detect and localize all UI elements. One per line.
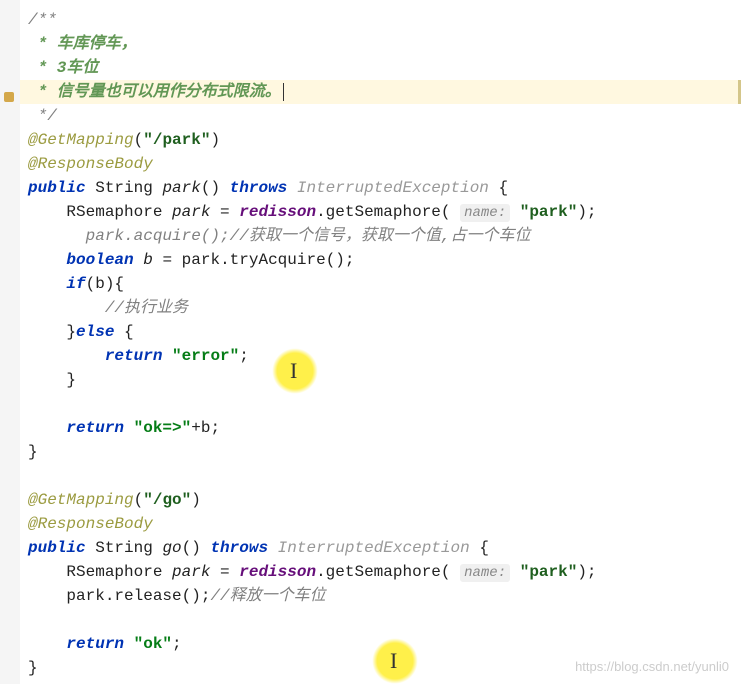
var-park2: park: [172, 563, 210, 581]
type-string2: String: [95, 539, 153, 557]
gutter-edit-marker: [4, 92, 14, 102]
call-getsemaphore: getSemaphore: [326, 203, 441, 221]
code-editor[interactable]: /** * 车库停车， * 3车位 * 信号量也可以用作分布式限流。 */ @G…: [0, 0, 741, 688]
javadoc-line1: * 车库停车，: [28, 35, 137, 53]
type-interruptedexception: InterruptedException: [297, 179, 489, 197]
var-park: park: [172, 203, 210, 221]
type-rsemaphore: RSemaphore: [66, 203, 162, 221]
keyword-public2: public: [28, 539, 86, 557]
javadoc-line3: * 信号量也可以用作分布式限流。: [28, 83, 281, 101]
keyword-throws: throws: [230, 179, 288, 197]
keyword-return2: return: [66, 419, 124, 437]
string-ok-arrow: "ok=>": [134, 419, 192, 437]
string-go-path: "/go": [143, 491, 191, 509]
annotation-responsebody2: @ResponseBody: [28, 515, 153, 533]
keyword-return3: return: [66, 635, 124, 653]
keyword-public: public: [28, 179, 86, 197]
keyword-boolean: boolean: [66, 251, 133, 269]
type-string: String: [95, 179, 153, 197]
call-release: release: [114, 587, 181, 605]
type-interruptedexception2: InterruptedException: [278, 539, 470, 557]
param-hint-name: name:: [460, 204, 510, 222]
edited-line-highlight: * 信号量也可以用作分布式限流。: [0, 80, 741, 104]
annotation-responsebody: @ResponseBody: [28, 155, 153, 173]
text-cursor-icon: [283, 83, 284, 101]
keyword-if: if: [66, 275, 85, 293]
call-getsemaphore2: getSemaphore: [326, 563, 441, 581]
call-tryacquire: tryAcquire: [230, 251, 326, 269]
watermark-text: https://blog.csdn.net/yunli0: [575, 657, 729, 677]
field-redisson: redisson: [239, 203, 316, 221]
editor-gutter: [0, 0, 20, 684]
commented-acquire-call: park.acquire();: [86, 227, 230, 245]
string-park2: "park": [520, 563, 578, 581]
keyword-return1: return: [105, 347, 163, 365]
string-ok: "ok": [134, 635, 172, 653]
javadoc-open: /**: [28, 11, 57, 29]
comment-acquire: //获取一个信号，获取一个值,占一个车位: [230, 227, 531, 245]
method-go: go: [162, 539, 181, 557]
field-redisson2: redisson: [239, 563, 316, 581]
method-park: park: [162, 179, 200, 197]
annotation-getmapping: @GetMapping: [28, 131, 134, 149]
string-park-path: "/park": [143, 131, 210, 149]
keyword-throws2: throws: [210, 539, 268, 557]
javadoc-line2: * 3车位: [28, 59, 98, 77]
var-b: b: [143, 251, 153, 269]
annotation-getmapping2: @GetMapping: [28, 491, 134, 509]
string-error: "error": [172, 347, 239, 365]
type-rsemaphore2: RSemaphore: [66, 563, 162, 581]
comment-release: //释放一个车位: [210, 587, 325, 605]
keyword-else: else: [76, 323, 114, 341]
string-park: "park": [520, 203, 578, 221]
javadoc-close: */: [28, 107, 57, 125]
param-hint-name2: name:: [460, 564, 510, 582]
comment-biz: //执行业务: [105, 299, 188, 317]
